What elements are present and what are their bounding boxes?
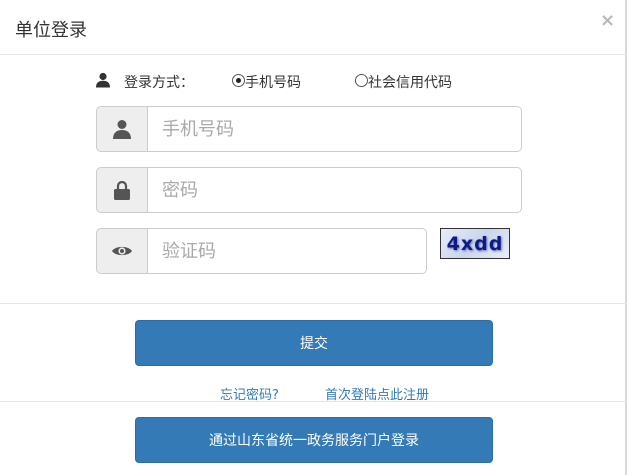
phone-input-group xyxy=(96,106,522,152)
login-modal: 单位登录 × 登录方式： 手机号码 社会信用代码 手机号码 验证码 4xdd 提… xyxy=(0,0,627,475)
divider-top xyxy=(0,303,627,304)
login-method-label: 登录方式： xyxy=(124,75,194,91)
user-icon xyxy=(96,72,110,92)
captcha-image[interactable]: 4xdd xyxy=(440,228,510,259)
login-method-row: 登录方式： 手机号码 社会信用代码 xyxy=(96,72,496,92)
radio-credit-code[interactable] xyxy=(355,74,368,87)
submit-button[interactable]: 提交 xyxy=(135,320,493,366)
divider-bottom xyxy=(0,401,627,402)
radio-phone-label[interactable]: 手机号码 xyxy=(245,72,301,92)
modal-header: 单位登录 × xyxy=(0,0,627,55)
radio-phone[interactable] xyxy=(232,74,245,87)
captcha-input-group xyxy=(96,228,427,274)
close-icon[interactable]: × xyxy=(600,10,615,31)
user-icon xyxy=(96,106,147,152)
captcha-input[interactable] xyxy=(147,228,427,274)
lock-icon xyxy=(96,167,147,213)
radio-credit-code-label[interactable]: 社会信用代码 xyxy=(368,72,452,92)
password-input-group xyxy=(96,167,522,213)
portal-login-button[interactable]: 通过山东省统一政务服务门户登录 xyxy=(135,417,493,463)
modal-title: 单位登录 xyxy=(15,20,87,41)
password-input[interactable] xyxy=(147,167,522,213)
eye-icon xyxy=(96,228,147,274)
phone-input[interactable] xyxy=(147,106,522,152)
